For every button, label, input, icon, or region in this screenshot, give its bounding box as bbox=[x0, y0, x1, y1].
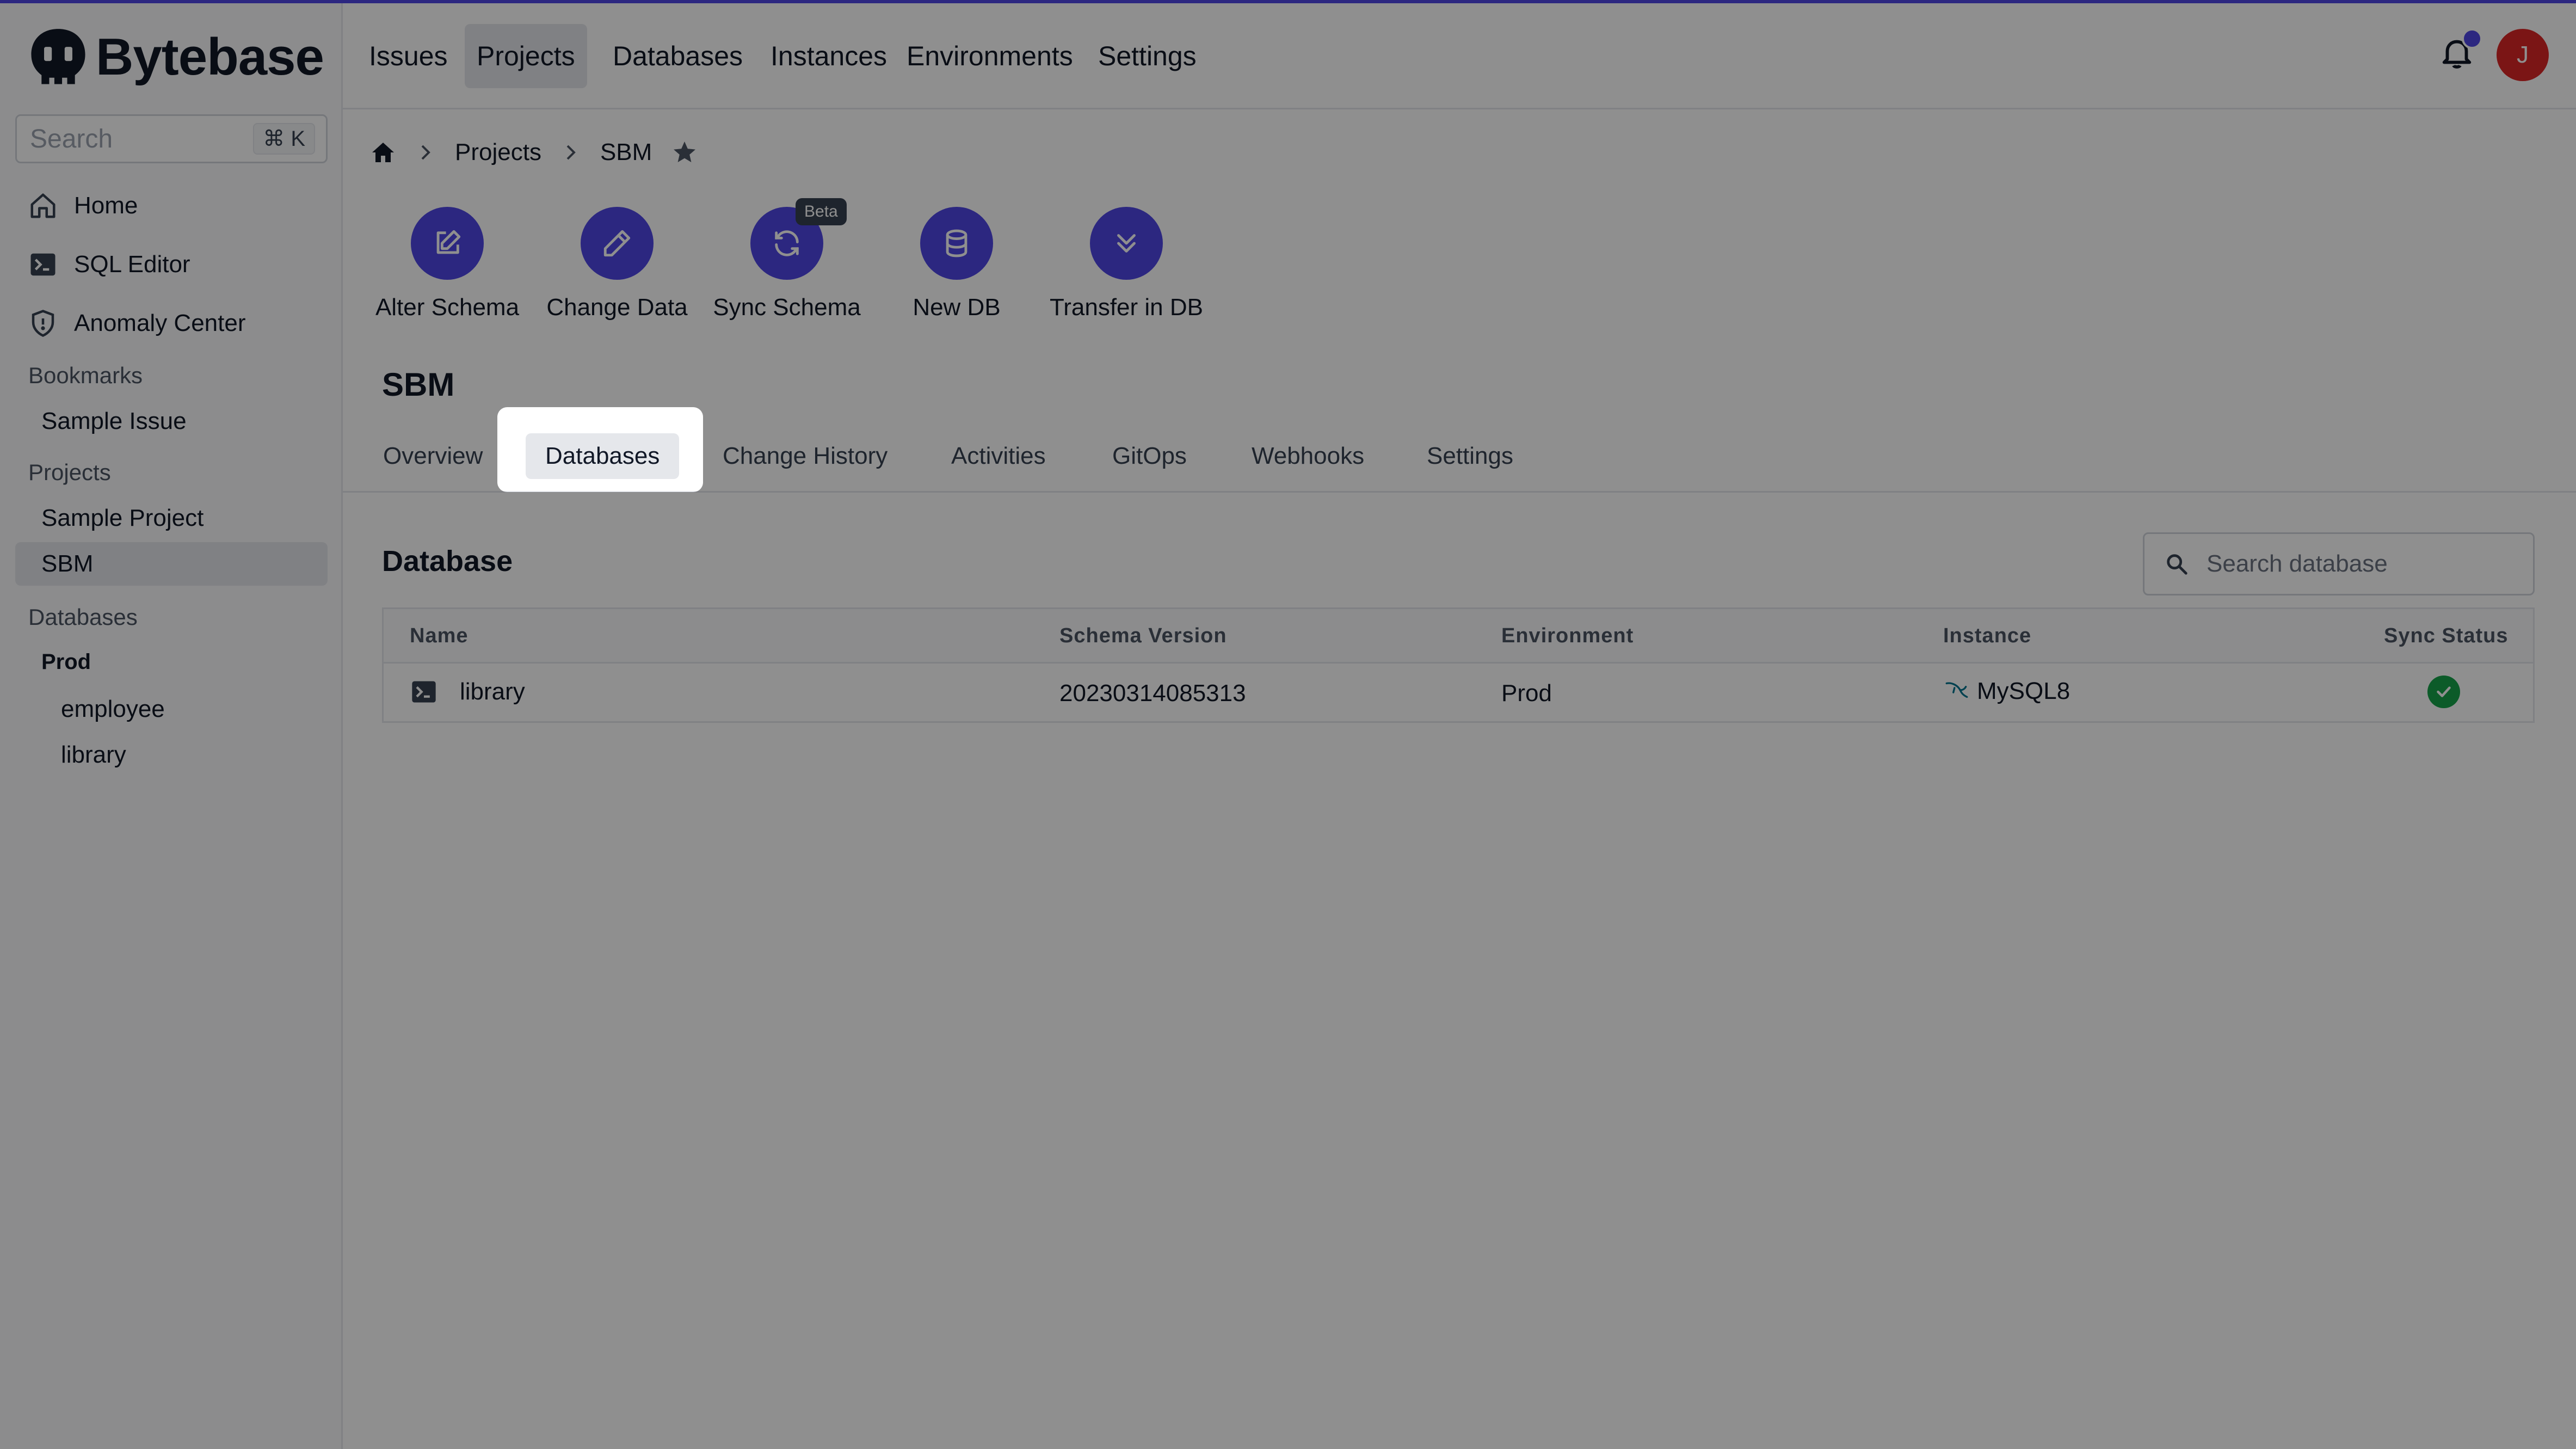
column-header-instance[interactable]: Instance bbox=[1943, 624, 2031, 648]
transfer-in-db-button[interactable]: Transfer in DB bbox=[1037, 207, 1216, 321]
projects-heading: Projects bbox=[28, 459, 111, 485]
row-schema-version: 20230314085313 bbox=[1059, 680, 1246, 707]
avatar[interactable]: J bbox=[2497, 29, 2549, 81]
new-db-button[interactable]: New DB bbox=[867, 207, 1046, 321]
pencil-icon bbox=[603, 230, 631, 257]
logo-text: Bytebase bbox=[96, 28, 324, 86]
sync-icon bbox=[775, 230, 799, 256]
sidebar-db-employee[interactable]: employee bbox=[61, 696, 165, 723]
app-root: Bytebase Search ⌘ K Home SQL Editor Anom… bbox=[0, 0, 2576, 1449]
alter-schema-label: Alter Schema bbox=[375, 294, 520, 321]
beta-badge: Beta bbox=[796, 198, 847, 225]
nav-tab-instances[interactable]: Instances bbox=[759, 24, 899, 88]
bookmarks-heading: Bookmarks bbox=[28, 363, 143, 388]
bytebase-logo-icon bbox=[31, 29, 85, 84]
row-instance-cell: MySQL8 bbox=[1943, 678, 2070, 705]
tab-overview[interactable]: Overview bbox=[363, 430, 502, 482]
column-header-name[interactable]: Name bbox=[410, 624, 469, 648]
alter-schema-button[interactable]: Alter Schema bbox=[358, 207, 537, 321]
sync-schema-label: Sync Schema bbox=[713, 294, 861, 321]
search-shortcut: ⌘ K bbox=[253, 123, 315, 155]
table-row[interactable]: library 20230314085313 Prod MySQL8 bbox=[384, 664, 2533, 721]
sidebar-search-placeholder: Search bbox=[30, 124, 113, 154]
database-table: Name Schema Version Environment Instance… bbox=[382, 607, 2535, 723]
column-header-environment[interactable]: Environment bbox=[1501, 624, 1634, 648]
alter-schema-circle bbox=[411, 207, 484, 280]
sidebar-project-sample[interactable]: Sample Project bbox=[15, 496, 328, 540]
check-icon bbox=[2437, 686, 2451, 697]
shield-icon bbox=[32, 310, 54, 337]
nav-tab-settings[interactable]: Settings bbox=[1086, 24, 1209, 88]
mysql-icon bbox=[1945, 682, 1968, 698]
chevron-right-icon bbox=[421, 145, 430, 160]
star-icon[interactable] bbox=[671, 139, 698, 165]
change-data-circle bbox=[581, 207, 654, 280]
breadcrumb-current: SBM bbox=[600, 139, 652, 165]
row-instance[interactable]: MySQL8 bbox=[1977, 678, 2070, 705]
row-environment: Prod bbox=[1501, 680, 1552, 707]
row-name-cell: library bbox=[410, 678, 525, 706]
tab-gitops[interactable]: GitOps bbox=[1093, 430, 1206, 482]
column-header-sync-status: Sync Status bbox=[2384, 624, 2509, 647]
terminal-icon bbox=[30, 253, 56, 276]
bookmark-label: Sample Issue bbox=[41, 408, 187, 434]
sidebar-project-sbm[interactable]: SBM bbox=[15, 542, 328, 586]
top-accent-line bbox=[0, 0, 2576, 3]
nav-tab-projects[interactable]: Projects bbox=[465, 24, 587, 88]
sidebar: Bytebase Search ⌘ K Home SQL Editor Anom… bbox=[0, 0, 343, 1449]
chevron-right-icon bbox=[566, 145, 576, 160]
transfer-in-db-circle bbox=[1090, 207, 1163, 280]
new-db-label: New DB bbox=[913, 294, 1001, 321]
sidebar-db-library[interactable]: library bbox=[61, 741, 126, 769]
database-icon bbox=[946, 229, 967, 257]
transfer-in-db-label: Transfer in DB bbox=[1049, 294, 1203, 321]
breadcrumb: Projects SBM bbox=[370, 133, 698, 171]
sidebar-item-label: SQL Editor bbox=[74, 251, 190, 278]
logo[interactable]: Bytebase bbox=[26, 22, 324, 93]
change-data-label: Change Data bbox=[546, 294, 688, 321]
top-nav: Issues Projects Databases Instances Envi… bbox=[343, 3, 2576, 109]
search-database-input[interactable] bbox=[2205, 550, 2512, 578]
tab-databases[interactable]: Databases bbox=[526, 433, 680, 479]
tab-activities[interactable]: Activities bbox=[932, 430, 1065, 482]
search-icon bbox=[2167, 554, 2187, 575]
page-title: SBM bbox=[382, 366, 455, 403]
home-icon bbox=[30, 193, 56, 218]
tabs-divider bbox=[343, 491, 2576, 493]
sidebar-item-label: Home bbox=[74, 192, 138, 219]
edit-icon bbox=[436, 230, 461, 254]
tab-change-history[interactable]: Change History bbox=[703, 430, 907, 482]
notification-dot bbox=[2462, 28, 2482, 49]
sync-schema-button[interactable]: Sync Schema bbox=[697, 207, 877, 321]
new-db-circle bbox=[920, 207, 993, 280]
home-icon[interactable] bbox=[370, 139, 396, 165]
sidebar-item-sql-editor[interactable]: SQL Editor bbox=[15, 238, 328, 291]
table-header: Name Schema Version Environment Instance… bbox=[384, 609, 2533, 664]
nav-tab-issues[interactable]: Issues bbox=[357, 24, 460, 88]
sidebar-item-label: Anomaly Center bbox=[74, 310, 246, 336]
sync-status-ok bbox=[2427, 676, 2460, 708]
sidebar-item-anomaly-center[interactable]: Anomaly Center bbox=[15, 297, 328, 349]
bookmark-item[interactable]: Sample Issue bbox=[15, 400, 328, 443]
environment-label[interactable]: Prod bbox=[41, 650, 91, 674]
databases-heading: Databases bbox=[28, 604, 138, 630]
tab-webhooks[interactable]: Webhooks bbox=[1232, 430, 1384, 482]
column-header-schema-version: Schema Version bbox=[1059, 624, 1227, 647]
chevrons-down-icon bbox=[1117, 234, 1136, 253]
project-label: SBM bbox=[41, 550, 94, 577]
nav-tab-environments[interactable]: Environments bbox=[895, 24, 1085, 88]
row-name[interactable]: library bbox=[460, 678, 525, 705]
breadcrumb-projects[interactable]: Projects bbox=[455, 139, 541, 166]
database-section-title: Database bbox=[382, 545, 513, 578]
sidebar-item-home[interactable]: Home bbox=[15, 180, 328, 232]
sidebar-search[interactable]: Search ⌘ K bbox=[15, 114, 328, 163]
nav-tab-databases[interactable]: Databases bbox=[601, 24, 755, 88]
terminal-icon[interactable] bbox=[410, 678, 438, 706]
change-data-button[interactable]: Change Data bbox=[527, 207, 707, 321]
project-label: Sample Project bbox=[41, 505, 204, 531]
database-search[interactable] bbox=[2143, 532, 2535, 595]
tab-settings[interactable]: Settings bbox=[1407, 430, 1533, 482]
